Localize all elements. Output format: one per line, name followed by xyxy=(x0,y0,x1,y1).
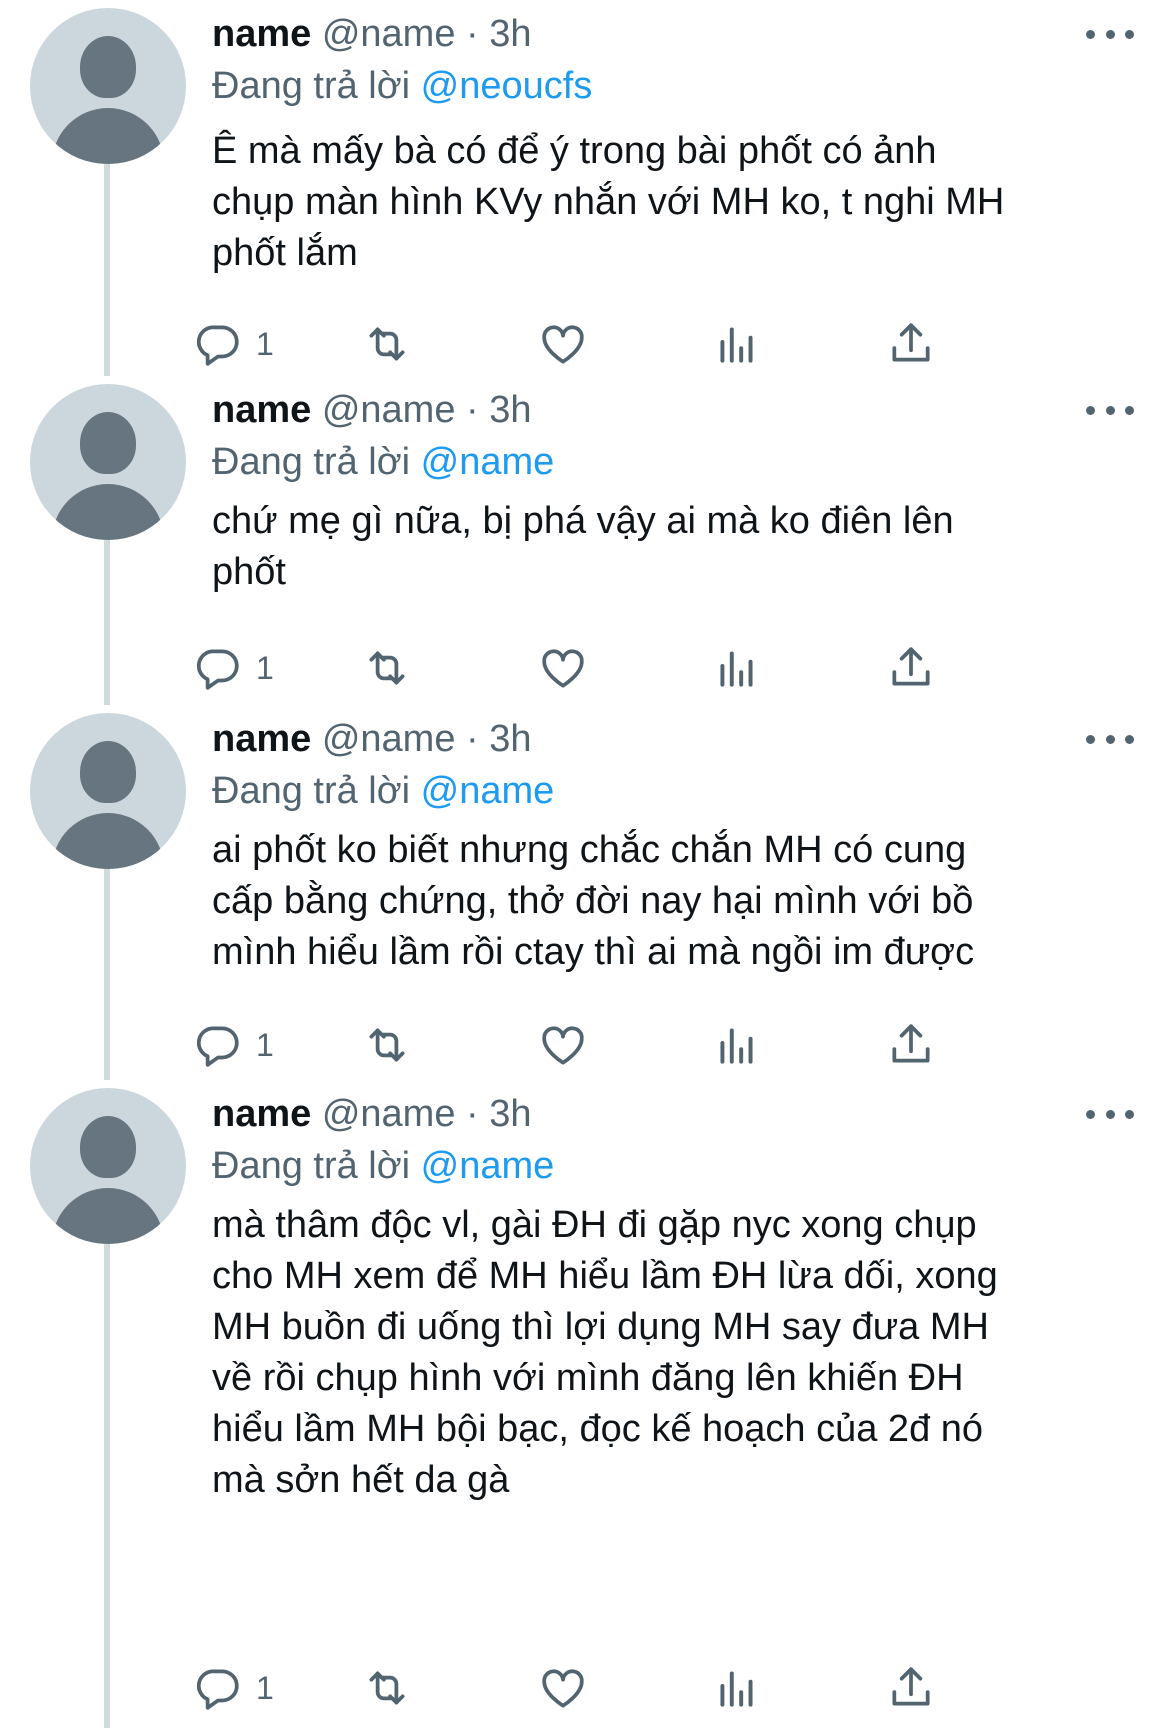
like-button[interactable] xyxy=(538,638,588,698)
share-button[interactable] xyxy=(886,1658,936,1718)
reply-icon xyxy=(192,1663,242,1713)
tweet-actions: 1 xyxy=(196,638,1092,698)
display-name[interactable]: name xyxy=(212,13,311,55)
reply-button[interactable]: 1 xyxy=(192,1015,274,1075)
handle-and-time: @name · 3h xyxy=(321,718,532,760)
retweet-button[interactable] xyxy=(362,1015,412,1075)
reply-button[interactable]: 1 xyxy=(192,1658,274,1718)
share-button[interactable] xyxy=(886,314,936,374)
tweet[interactable]: name @name · 3h Đang trả lời @name ai ph… xyxy=(0,713,1170,1083)
reply-prefix: Đang trả lời xyxy=(212,1145,411,1187)
reply-icon xyxy=(192,1020,242,1070)
share-icon xyxy=(886,643,936,693)
reply-context: Đang trả lời @neoucfs xyxy=(212,60,592,112)
reply-context: Đang trả lời @name xyxy=(212,1140,554,1192)
share-icon xyxy=(886,1663,936,1713)
avatar[interactable] xyxy=(30,384,186,540)
tweet-text: chứ mẹ gì nữa, bị phá vậy ai mà ko điên … xyxy=(212,500,954,593)
handle-and-time: @name · 3h xyxy=(321,1093,532,1135)
retweet-icon xyxy=(362,1663,412,1713)
views-button[interactable] xyxy=(712,1015,762,1075)
avatar[interactable] xyxy=(30,8,186,164)
like-button[interactable] xyxy=(538,1658,588,1718)
tweet-actions: 1 xyxy=(196,1015,1092,1075)
tweet[interactable]: name @name · 3h Đang trả lời @name mà th… xyxy=(0,1088,1170,1728)
reply-prefix: Đang trả lời xyxy=(212,65,411,107)
reply-count: 1 xyxy=(256,649,274,686)
reply-count: 1 xyxy=(256,325,274,362)
share-icon xyxy=(886,1020,936,1070)
heart-icon xyxy=(538,643,588,693)
more-icon[interactable] xyxy=(1086,398,1134,422)
tweet-text: Ê mà mấy bà có để ý trong bài phốt có ản… xyxy=(212,130,1005,274)
tweet-header: name @name · 3h xyxy=(212,384,532,436)
heart-icon xyxy=(538,1020,588,1070)
more-icon[interactable] xyxy=(1086,1102,1134,1126)
avatar[interactable] xyxy=(30,713,186,869)
reply-prefix: Đang trả lời xyxy=(212,441,411,483)
handle-and-time: @name · 3h xyxy=(321,13,532,55)
retweet-icon xyxy=(362,643,412,693)
retweet-icon xyxy=(362,1020,412,1070)
display-name[interactable]: name xyxy=(212,1093,311,1135)
tweet[interactable]: name @name · 3h Đang trả lời @name chứ m… xyxy=(0,384,1170,706)
handle-and-time: @name · 3h xyxy=(321,389,532,431)
share-button[interactable] xyxy=(886,1015,936,1075)
heart-icon xyxy=(538,319,588,369)
retweet-icon xyxy=(362,319,412,369)
tweet-actions: 1 xyxy=(196,314,1092,374)
reply-count: 1 xyxy=(256,1026,274,1063)
share-button[interactable] xyxy=(886,638,936,698)
analytics-icon xyxy=(712,1663,762,1713)
share-icon xyxy=(886,319,936,369)
tweet-text: mà thâm độc vl, gài ĐH đi gặp nyc xong c… xyxy=(212,1204,998,1501)
more-icon[interactable] xyxy=(1086,727,1134,751)
reply-button[interactable]: 1 xyxy=(192,314,274,374)
retweet-button[interactable] xyxy=(362,1658,412,1718)
more-icon[interactable] xyxy=(1086,22,1134,46)
analytics-icon xyxy=(712,319,762,369)
avatar[interactable] xyxy=(30,1088,186,1244)
analytics-icon xyxy=(712,1020,762,1070)
tweet-header: name @name · 3h xyxy=(212,1088,532,1140)
reply-button[interactable]: 1 xyxy=(192,638,274,698)
tweet-header: name @name · 3h xyxy=(212,713,532,765)
tweet-header: name @name · 3h xyxy=(212,8,532,60)
like-button[interactable] xyxy=(538,314,588,374)
tweet-actions: 1 xyxy=(196,1658,1092,1718)
reply-prefix: Đang trả lời xyxy=(212,770,411,812)
reply-context: Đang trả lời @name xyxy=(212,765,554,817)
mention-link[interactable]: @name xyxy=(421,441,555,483)
display-name[interactable]: name xyxy=(212,718,311,760)
views-button[interactable] xyxy=(712,314,762,374)
retweet-button[interactable] xyxy=(362,314,412,374)
analytics-icon xyxy=(712,643,762,693)
mention-link[interactable]: @name xyxy=(421,770,555,812)
display-name[interactable]: name xyxy=(212,389,311,431)
views-button[interactable] xyxy=(712,638,762,698)
reply-icon xyxy=(192,319,242,369)
retweet-button[interactable] xyxy=(362,638,412,698)
tweet[interactable]: name @name · 3h Đang trả lời @neoucfs Ê … xyxy=(0,8,1170,380)
heart-icon xyxy=(538,1663,588,1713)
mention-link[interactable]: @name xyxy=(421,1145,555,1187)
views-button[interactable] xyxy=(712,1658,762,1718)
tweet-text: ai phốt ko biết nhưng chắc chắn MH có cu… xyxy=(212,829,975,973)
reply-count: 1 xyxy=(256,1669,274,1706)
mention-link[interactable]: @neoucfs xyxy=(421,65,593,107)
reply-context: Đang trả lời @name xyxy=(212,436,554,488)
reply-icon xyxy=(192,643,242,693)
like-button[interactable] xyxy=(538,1015,588,1075)
